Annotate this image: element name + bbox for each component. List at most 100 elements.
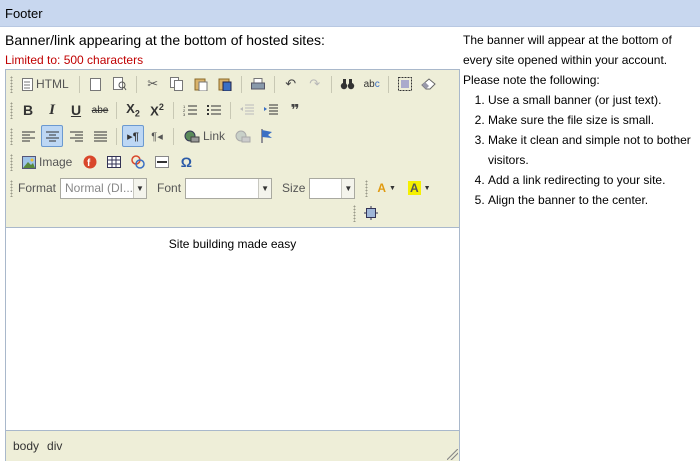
align-center-button[interactable]: [41, 125, 63, 147]
new-page-icon: [90, 77, 102, 91]
numbered-list-button[interactable]: 123: [179, 99, 201, 121]
toolbar-row-2: B I U abe X2 X2 123 ❞: [8, 98, 307, 122]
bulleted-list-icon: [207, 105, 221, 115]
toolbar-grip[interactable]: [10, 75, 13, 93]
toolbar-grip[interactable]: [10, 127, 13, 145]
editor-toolbar: HTML ✂ ↶ ↷ abc B I U abe X2 X2 1 2 3 ❞ ▸…: [6, 70, 459, 228]
image-icon: [22, 155, 36, 169]
flag-icon: [261, 129, 273, 143]
undo-icon: ↶: [285, 76, 297, 91]
resize-handle[interactable]: [447, 449, 458, 460]
list-item: Make sure the file size is small.: [488, 110, 698, 130]
strikethrough-button[interactable]: abe: [89, 99, 111, 121]
bold-button[interactable]: B: [17, 99, 39, 121]
remove-format-button[interactable]: [418, 73, 440, 95]
subscript-button[interactable]: X2: [122, 99, 144, 121]
undo-button[interactable]: ↶: [280, 73, 302, 95]
toolbar-grip[interactable]: [10, 179, 13, 197]
path-item-body[interactable]: body: [13, 439, 39, 453]
toolbar-grip[interactable]: [365, 179, 369, 197]
font-select[interactable]: ▼: [185, 177, 273, 199]
paste-text-button[interactable]: [214, 73, 236, 95]
preview-button[interactable]: [109, 73, 131, 95]
omega-icon: Ω: [180, 154, 192, 170]
align-right-button[interactable]: [65, 125, 87, 147]
paste-icon: [194, 78, 208, 91]
editor-content-text[interactable]: Site building made easy: [6, 237, 459, 251]
new-page-button[interactable]: [85, 73, 107, 95]
printer-icon: [250, 77, 265, 89]
rtl-button[interactable]: ¶◂: [146, 125, 168, 147]
chevron-down-icon: ▼: [258, 178, 272, 198]
outdent-button[interactable]: [236, 99, 258, 121]
chevron-down-icon: ▼: [341, 178, 355, 198]
swirl-icon: [131, 155, 146, 169]
source-html-label: HTML: [36, 77, 69, 91]
text-color-button[interactable]: A ▼: [372, 177, 401, 199]
blockquote-button[interactable]: ❞: [284, 99, 306, 121]
list-item: Align the banner to the center.: [488, 190, 698, 210]
copy-button[interactable]: [166, 73, 188, 95]
chevron-down-icon: ▼: [423, 184, 431, 192]
editor-content-area[interactable]: Site building made easy: [6, 229, 459, 430]
select-all-button[interactable]: [394, 73, 416, 95]
justify-button[interactable]: [89, 125, 111, 147]
replace-button[interactable]: abc: [361, 73, 383, 95]
image-button[interactable]: Image: [17, 151, 77, 173]
eraser-icon: [420, 78, 436, 90]
list-item: Make it clean and simple not to bother v…: [488, 130, 698, 170]
outdent-icon: [240, 104, 254, 115]
source-html-button[interactable]: HTML: [17, 73, 74, 95]
spellcheck-icon: abc: [363, 78, 380, 90]
toolbar-grip[interactable]: [353, 204, 356, 222]
redo-button[interactable]: ↷: [304, 73, 326, 95]
maximize-button[interactable]: [360, 202, 382, 224]
toolbar-grip[interactable]: [10, 101, 13, 119]
text-color-icon: A: [377, 181, 387, 195]
flash-icon: f: [83, 155, 97, 169]
toolbar-row-3: ▸¶ ¶◂ Link: [8, 124, 279, 148]
anchor-button[interactable]: [256, 125, 278, 147]
smiley-button[interactable]: [127, 151, 149, 173]
link-button[interactable]: Link: [179, 125, 230, 147]
cut-button[interactable]: ✂: [142, 73, 164, 95]
bulleted-list-button[interactable]: [203, 99, 225, 121]
quote-icon: ❞: [290, 102, 300, 119]
instructions-intro: The banner will appear at the bottom of …: [463, 33, 672, 87]
underline-button[interactable]: U: [65, 99, 87, 121]
size-label: Size: [282, 181, 306, 195]
print-button[interactable]: [247, 73, 269, 95]
path-item-div[interactable]: div: [47, 439, 62, 453]
character-limit: Limited to: 500 characters: [5, 53, 144, 67]
flash-button[interactable]: f: [79, 151, 101, 173]
paste-word-icon: [218, 78, 232, 91]
scissors-icon: ✂: [147, 76, 159, 91]
superscript-button[interactable]: X2: [146, 99, 168, 121]
find-button[interactable]: [337, 73, 359, 95]
toolbar-grip[interactable]: [10, 153, 13, 171]
table-button[interactable]: [103, 151, 125, 173]
background-color-button[interactable]: A ▼: [403, 177, 436, 199]
toolbar-row-1: HTML ✂ ↶ ↷ abc: [8, 72, 441, 96]
italic-icon: I: [49, 101, 55, 118]
unlink-button[interactable]: [232, 125, 254, 147]
chevron-down-icon: ▼: [133, 178, 147, 198]
indent-icon: [264, 104, 278, 115]
toolbar-row-5: Format Normal (DI... ▼ Font ▼ Size ▼ A ▼ …: [8, 176, 437, 200]
section-title: Footer: [5, 6, 43, 21]
size-select[interactable]: ▼: [309, 177, 356, 199]
toolbar-row-4: Image f Ω: [8, 150, 198, 174]
format-select[interactable]: Normal (DI... ▼: [60, 177, 148, 199]
align-left-button[interactable]: [17, 125, 39, 147]
ltr-button[interactable]: ▸¶: [122, 125, 144, 147]
image-label: Image: [39, 155, 73, 169]
align-center-icon: [45, 131, 59, 141]
redo-icon: ↷: [309, 76, 321, 91]
paste-button[interactable]: [190, 73, 212, 95]
svg-text:3: 3: [183, 112, 186, 116]
horizontal-rule-button[interactable]: [151, 151, 173, 173]
format-label: Format: [18, 181, 57, 195]
indent-button[interactable]: [260, 99, 282, 121]
italic-button[interactable]: I: [41, 99, 63, 121]
special-char-button[interactable]: Ω: [175, 151, 197, 173]
